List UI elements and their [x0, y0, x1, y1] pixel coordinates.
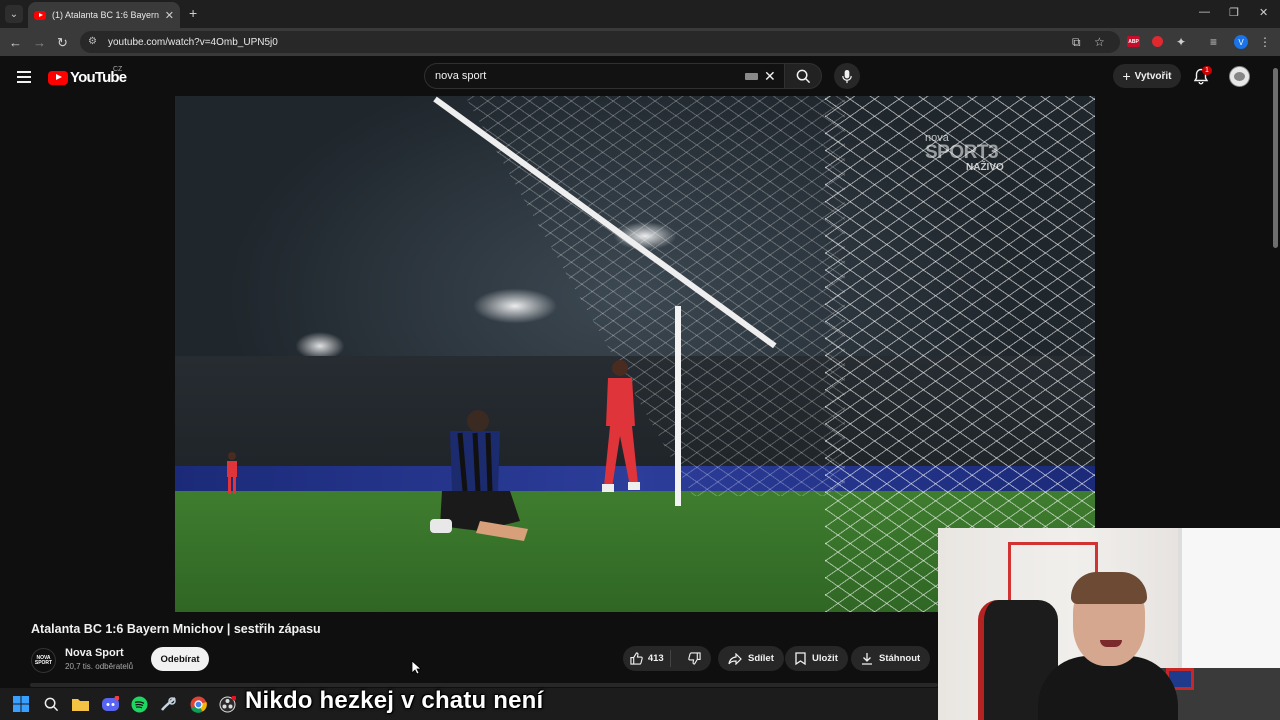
red-player-figure — [602, 360, 640, 492]
share-button[interactable]: Sdílet — [718, 646, 784, 671]
install-app-icon[interactable]: ⧉ — [1072, 35, 1081, 50]
like-button[interactable]: 413 — [623, 650, 672, 667]
microphone-icon — [842, 69, 852, 83]
share-arrow-icon — [728, 652, 742, 665]
browser-toolbar: ← → ↻ ⚙ youtube.com/watch?v=4Omb_UPN5j0 … — [0, 28, 1280, 56]
url-text: youtube.com/watch?v=4Omb_UPN5j0 — [108, 36, 278, 48]
create-button[interactable]: + Vytvořit — [1113, 64, 1181, 88]
address-bar[interactable]: ⚙ youtube.com/watch?v=4Omb_UPN5j0 — [80, 31, 1120, 53]
goal-post — [675, 306, 681, 506]
like-count: 413 — [647, 653, 664, 664]
obs-icon[interactable] — [218, 695, 236, 713]
voice-search-button[interactable] — [834, 63, 860, 89]
chrome-icon[interactable] — [189, 695, 207, 713]
browser-tab-active[interactable]: (1) Atalanta BC 1:6 Bayern Mnichov | ses… — [28, 2, 180, 28]
youtube-play-icon — [48, 70, 68, 85]
extensions-puzzle-icon[interactable]: ✦ — [1176, 35, 1186, 49]
streamer-webcam — [938, 528, 1280, 720]
guide-menu-icon[interactable] — [17, 71, 31, 86]
download-label: Stáhnout — [879, 653, 921, 664]
bookmark-icon — [795, 652, 806, 665]
distant-red-player-figure — [227, 452, 237, 494]
windows-start-icon[interactable] — [12, 695, 30, 713]
channel-avatar[interactable]: NOVA SPORT — [31, 648, 56, 673]
blue-player-figure — [430, 410, 528, 541]
account-avatar[interactable] — [1229, 66, 1250, 87]
tab-search-button[interactable]: ⌄ — [5, 5, 23, 23]
tab-close-button[interactable]: ✕ — [165, 9, 174, 22]
webcam-person-hair — [1071, 572, 1147, 604]
dislike-button[interactable] — [677, 652, 711, 665]
subscribe-button[interactable]: Odebírat — [151, 647, 209, 671]
like-dislike-group: 413 — [623, 646, 711, 671]
broadcaster-channel: SPORT3 — [925, 142, 999, 163]
share-label: Sdílet — [748, 653, 774, 664]
forward-arrow-icon[interactable]: → — [33, 35, 46, 50]
search-query-text: nova sport — [435, 70, 487, 82]
adblock-extension-icon[interactable]: ABP — [1127, 36, 1140, 47]
stream-caption-overlay: Nikdo hezkej v chatu není — [245, 687, 544, 714]
webcam-window — [1178, 528, 1280, 678]
country-code: CZ — [113, 66, 123, 73]
browser-profile-avatar[interactable]: V — [1234, 35, 1248, 49]
notification-count-badge: 1 — [1202, 66, 1212, 75]
clear-search-icon[interactable]: ✕ — [764, 68, 776, 85]
plus-icon: + — [1122, 68, 1131, 84]
browser-menu-icon[interactable]: ⋮ — [1259, 35, 1271, 49]
spotify-icon[interactable] — [130, 695, 148, 713]
webcam-person-mouth — [1100, 640, 1122, 647]
search-button[interactable] — [784, 63, 822, 89]
taskbar-search-icon[interactable] — [42, 695, 60, 713]
close-window-button[interactable]: ✕ — [1259, 6, 1268, 19]
new-tab-button[interactable]: + — [189, 5, 197, 21]
minimize-button[interactable]: — — [1199, 6, 1210, 18]
save-label: Uložit — [812, 653, 838, 664]
search-input[interactable]: nova sport — [424, 63, 786, 89]
save-button[interactable]: Uložit — [785, 646, 848, 671]
live-label: NAŽIVO — [966, 162, 1004, 173]
site-info-icon[interactable]: ⚙ — [88, 36, 100, 48]
video-title: Atalanta BC 1:6 Bayern Mnichov | sestřih… — [31, 622, 321, 636]
reading-list-icon[interactable]: ≡ — [1210, 35, 1217, 49]
scrollbar-thumb[interactable] — [1273, 68, 1278, 248]
thumbs-down-icon — [687, 652, 701, 665]
channel-avatar-line2: SPORT — [34, 659, 53, 666]
mouse-cursor-icon — [411, 660, 421, 675]
reload-icon[interactable]: ↻ — [57, 35, 68, 51]
maximize-button[interactable]: ❐ — [1229, 6, 1239, 19]
back-arrow-icon[interactable]: ← — [9, 35, 22, 50]
discord-icon[interactable] — [101, 695, 119, 713]
record-extension-icon[interactable] — [1152, 36, 1163, 47]
bookmark-star-icon[interactable]: ☆ — [1094, 35, 1105, 49]
keyboard-icon[interactable] — [745, 73, 758, 80]
subscriber-count: 20,7 tis. odběratelů — [65, 662, 134, 671]
download-button[interactable]: Stáhnout — [851, 646, 931, 671]
steam-icon[interactable] — [159, 695, 177, 713]
youtube-favicon-icon — [34, 10, 46, 20]
tab-title: (1) Atalanta BC 1:6 Bayern Mnichov | ses… — [52, 10, 162, 20]
create-label: Vytvořit — [1134, 70, 1172, 82]
file-explorer-icon[interactable] — [71, 695, 89, 713]
thumbs-up-icon — [630, 652, 643, 665]
channel-name-link[interactable]: Nova Sport — [65, 647, 124, 659]
download-icon — [862, 653, 872, 665]
broadcaster-logo: nova SPORT3 NAŽIVO — [925, 132, 1004, 173]
search-icon — [796, 69, 810, 83]
